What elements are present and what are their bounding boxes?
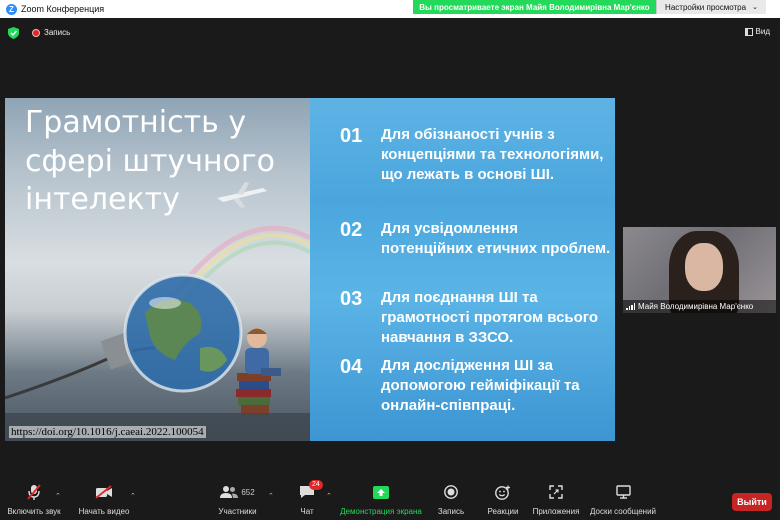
slide-item-text: Для поєднання ШІ та грамотності протягом… xyxy=(381,289,599,346)
slide-item-text: Для обізнаності учнів з концепціями та т… xyxy=(381,126,604,183)
shared-screen: Грамотність у сфері штучного інтелекту h… xyxy=(5,98,615,441)
viewing-screen-banner: Вы просматриваете экран Майя Володимирів… xyxy=(413,0,656,14)
window-title: Zoom Конференция xyxy=(21,4,105,14)
video-options-chevron-icon[interactable]: ⌃ xyxy=(130,492,136,500)
whiteboards-label: Доски сообщений xyxy=(590,507,657,516)
meeting-toolbar: Включить звук ⌃ Начать видео ⌃ 652 Участ… xyxy=(0,480,780,520)
apps-label: Приложения xyxy=(532,507,580,516)
slide-item-number: 02 xyxy=(340,219,363,241)
security-shield-icon[interactable] xyxy=(8,27,19,39)
video-camera-off-icon xyxy=(95,485,112,499)
participant-video[interactable]: Майя Володимирівна Мар'єнко xyxy=(623,227,776,313)
reactions-smiley-icon xyxy=(495,485,510,500)
zoom-window: Z Zoom Конференция Вы просматриваете экр… xyxy=(0,0,780,520)
apps-button[interactable]: Приложения xyxy=(532,482,580,520)
recording-icon xyxy=(32,29,40,37)
slide-item-number: 03 xyxy=(340,288,363,310)
participant-name-tag: Майя Володимирівна Мар'єнко xyxy=(623,300,776,313)
slide-title: Грамотність у сфері штучного інтелекту xyxy=(25,105,276,218)
slide-item-number: 04 xyxy=(340,356,363,378)
recording-label: Запись xyxy=(44,28,71,37)
record-label: Запись xyxy=(437,507,465,516)
participants-button[interactable]: 652 Участники xyxy=(210,482,265,520)
chat-unread-badge: 24 xyxy=(309,480,323,490)
slide-item-text: Для дослідження ШІ за допомогою гейміфік… xyxy=(381,357,580,414)
whiteboard-icon xyxy=(615,485,631,499)
whiteboards-button[interactable]: Доски сообщений xyxy=(590,482,656,520)
reactions-label: Реакции xyxy=(487,507,519,516)
start-video-label: Начать видео xyxy=(78,507,130,516)
slide-image-panel: Грамотність у сфері штучного інтелекту h… xyxy=(5,98,310,441)
participant-name: Майя Володимирівна Мар'єнко xyxy=(638,302,754,311)
chevron-down-icon: ⌄ xyxy=(752,4,758,11)
signal-strength-icon xyxy=(626,303,635,310)
unmute-button[interactable]: Включить звук xyxy=(4,482,64,520)
view-label: Вид xyxy=(755,27,770,36)
zoom-logo-icon: Z xyxy=(6,3,17,15)
slide-item-text: Для усвідомлення потенційних етичних про… xyxy=(381,220,611,257)
view-options-button[interactable]: Настройки просмотра ⌄ xyxy=(656,0,766,14)
share-screen-button[interactable]: Демонстрация экрана xyxy=(340,482,422,520)
slide-list-panel: 01 Для обізнаності учнів з концепціями т… xyxy=(310,98,615,441)
slide-item-number: 01 xyxy=(340,125,363,147)
audio-options-chevron-icon[interactable]: ⌃ xyxy=(55,492,61,500)
view-button[interactable]: Вид xyxy=(744,27,770,36)
leave-meeting-button[interactable]: Выйти xyxy=(732,493,772,511)
chat-options-chevron-icon[interactable]: ⌃ xyxy=(326,492,332,500)
view-layout-icon xyxy=(744,27,753,36)
chat-button[interactable]: 24 Чат xyxy=(292,480,323,520)
participants-options-chevron-icon[interactable]: ⌃ xyxy=(268,492,274,500)
unmute-label: Включить звук xyxy=(7,507,61,516)
share-screen-label: Демонстрация экрана xyxy=(340,507,422,516)
start-video-button[interactable]: Начать видео xyxy=(76,482,132,520)
participants-icon xyxy=(220,486,239,498)
chat-label: Чат xyxy=(300,507,314,516)
record-button[interactable]: Запись xyxy=(436,482,466,520)
apps-icon xyxy=(549,485,563,499)
record-icon xyxy=(444,485,458,499)
share-screen-icon xyxy=(373,485,389,499)
participants-label: Участники xyxy=(218,507,257,516)
reactions-button[interactable]: Реакции xyxy=(486,482,520,520)
view-options-label: Настройки просмотра xyxy=(665,2,747,12)
participants-count: 652 xyxy=(241,487,255,497)
microphone-muted-icon xyxy=(27,484,41,500)
slide-doi-link: https://doi.org/10.1016/j.caeai.2022.100… xyxy=(9,426,206,438)
